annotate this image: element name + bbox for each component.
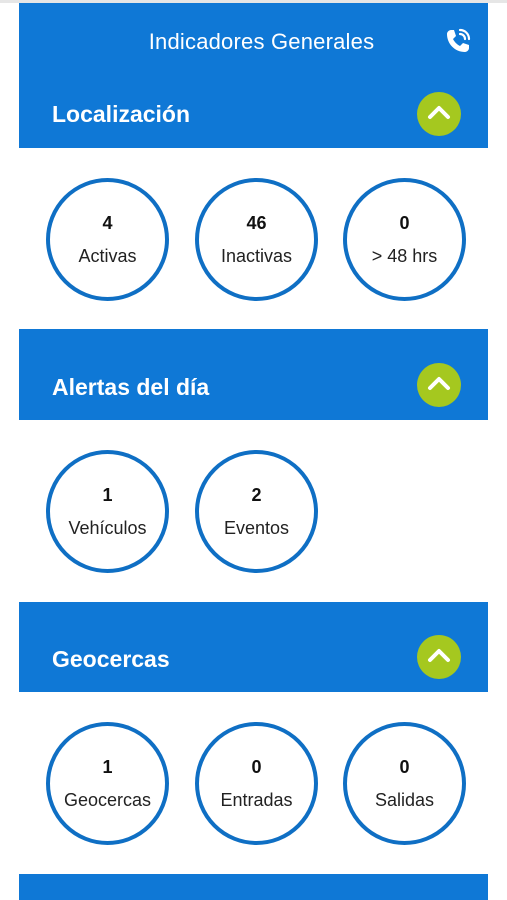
indicator-value: 2 xyxy=(251,484,262,505)
indicator-label: Salidas xyxy=(374,789,435,810)
indicator-entradas[interactable]: 0 Entradas xyxy=(195,722,318,845)
indicator-value: 0 xyxy=(251,756,262,777)
indicator-value: 1 xyxy=(102,484,113,505)
collapse-geocercas-button[interactable] xyxy=(417,635,461,679)
page-title: Indicadores Generales xyxy=(148,28,375,54)
section-header-geocercas: Geocercas xyxy=(19,602,488,692)
section-title-localizacion: Localización xyxy=(52,101,191,127)
indicator-inactivas[interactable]: 46 Inactivas xyxy=(195,178,318,301)
indicator-salidas[interactable]: 0 Salidas xyxy=(343,722,466,845)
app-header: Indicadores Generales xyxy=(19,3,488,80)
indicator-label: Entradas xyxy=(220,789,293,810)
phone-call-icon xyxy=(443,26,473,61)
indicator-vehiculos[interactable]: 1 Vehículos xyxy=(46,450,169,573)
section-title-geocercas: Geocercas xyxy=(52,646,170,672)
indicator-label: > 48 hrs xyxy=(371,245,438,266)
collapse-alertas-button[interactable] xyxy=(417,363,461,407)
section-header-alertas: Alertas del día xyxy=(19,329,488,420)
indicator-label: Inactivas xyxy=(220,245,293,266)
chevron-up-icon xyxy=(427,104,451,125)
indicator-label: Activas xyxy=(78,245,137,266)
chevron-up-icon xyxy=(427,647,451,668)
indicator-value: 0 xyxy=(399,756,410,777)
indicator-value: 1 xyxy=(102,756,113,777)
indicator-label: Geocercas xyxy=(63,789,152,810)
indicator-mas-48-hrs[interactable]: 0 > 48 hrs xyxy=(343,178,466,301)
indicator-label: Eventos xyxy=(223,517,290,538)
section-title-alertas: Alertas del día xyxy=(52,374,210,400)
section-header-next xyxy=(19,874,488,900)
chevron-up-icon xyxy=(427,375,451,396)
phone-call-button[interactable] xyxy=(440,25,476,61)
indicator-label: Vehículos xyxy=(68,517,147,538)
indicator-eventos[interactable]: 2 Eventos xyxy=(195,450,318,573)
indicator-value: 4 xyxy=(102,212,113,233)
indicator-geocercas[interactable]: 1 Geocercas xyxy=(46,722,169,845)
indicator-value: 0 xyxy=(399,212,410,233)
indicator-value: 46 xyxy=(246,212,267,233)
section-header-localizacion: Localización xyxy=(19,80,488,148)
indicator-activas[interactable]: 4 Activas xyxy=(46,178,169,301)
collapse-localizacion-button[interactable] xyxy=(417,92,461,136)
